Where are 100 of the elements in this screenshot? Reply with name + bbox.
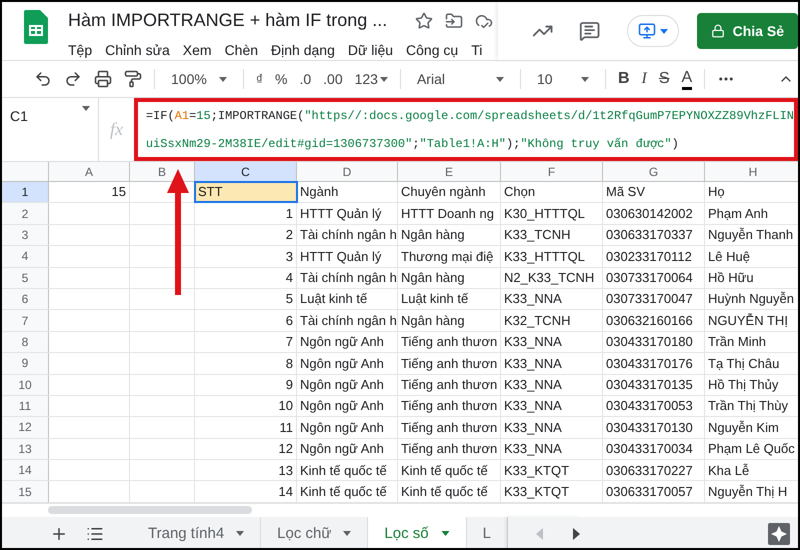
table-cell: Tài chính ngân h xyxy=(297,310,398,331)
present-button[interactable] xyxy=(626,15,679,47)
table-cell: Ngân hàng xyxy=(398,310,501,331)
menu-item[interactable]: Chèn xyxy=(224,40,258,60)
table-cell: Luật kinh tế xyxy=(297,288,398,310)
print-icon[interactable] xyxy=(94,70,112,88)
table-cell: Ngôn ngữ Anh xyxy=(297,417,398,438)
increase-decimal-button[interactable]: .00 xyxy=(323,68,343,90)
paint-format-icon[interactable] xyxy=(124,70,142,88)
comment-icon[interactable] xyxy=(579,20,601,42)
menu-item[interactable]: Công cụ xyxy=(406,40,458,60)
row-header[interactable]: 5 xyxy=(2,268,49,288)
table-cell: 030733170047 xyxy=(603,288,705,310)
text-color-button[interactable]: A xyxy=(682,68,692,90)
name-box[interactable]: C1 xyxy=(2,98,100,161)
column-header[interactable]: E xyxy=(398,162,501,181)
table-cell: K33_KTQT xyxy=(501,460,603,480)
scroll-right-icon[interactable] xyxy=(572,528,580,540)
horizontal-scrollbar[interactable] xyxy=(48,506,252,514)
column-header[interactable]: G xyxy=(603,162,705,181)
row-header[interactable]: 6 xyxy=(2,288,49,310)
share-button[interactable]: Chia Sẻ xyxy=(696,13,798,49)
font-size-dropdown[interactable]: 10 xyxy=(532,68,593,90)
table-cell: Tài chính ngân h xyxy=(297,224,398,246)
row-header[interactable]: 2 xyxy=(2,203,49,224)
table-cell: 4 xyxy=(195,268,297,288)
table-cell: Tài chính ngân h xyxy=(297,268,398,288)
undo-icon[interactable] xyxy=(34,70,52,88)
table-cell: K30_HTTTQL xyxy=(501,203,603,224)
row-header[interactable]: 3 xyxy=(2,224,49,246)
font-dropdown[interactable]: Arial xyxy=(412,68,508,90)
table-cell: 030433170034 xyxy=(603,438,705,460)
table-cell: Ngân hàng xyxy=(398,224,501,246)
strikethrough-button[interactable]: S xyxy=(658,67,670,91)
formula-input[interactable]: =IF(A1=15;IMPORTRANGE("https//:docs.google.com/spreadsheets/d/1t2RfqGumP7EPYNOXZZ89VhzFLIN uiSsxNm29-2M38IE/edit#gid=1306737300";"Table1!A:H");"Không truy vấn được") xyxy=(134,98,798,161)
table-cell: Phạm Anh xyxy=(705,203,798,224)
table-cell: 030633170337 xyxy=(603,224,705,246)
table-cell: 2 xyxy=(195,224,297,246)
table-cell: 6 xyxy=(195,310,297,331)
menu-item[interactable]: Định dạng xyxy=(271,40,335,60)
table-cell: Tiếng anh thươn xyxy=(398,417,501,438)
document-title[interactable]: Hàm IMPORTRANGE + hàm IF trong ... xyxy=(68,7,388,34)
column-header[interactable]: D xyxy=(297,162,398,181)
table-cell: K33_NNA xyxy=(501,288,603,310)
table-cell: Kinh tế quốc tế xyxy=(398,460,501,480)
row-header[interactable]: 12 xyxy=(2,417,49,438)
table-cell: 030633170227 xyxy=(603,460,705,480)
menu-item[interactable]: Dữ liệu xyxy=(348,40,394,60)
table-cell: Huỳnh Nguyễn xyxy=(705,288,798,310)
bold-button[interactable]: B xyxy=(618,67,630,91)
table-cell: Nguyễn Thị H xyxy=(705,481,798,502)
row-header[interactable]: 4 xyxy=(2,246,49,267)
sheet-tab[interactable]: Lọc số xyxy=(368,516,467,548)
percent-button[interactable]: % xyxy=(275,68,288,90)
star-icon[interactable] xyxy=(415,12,434,30)
table-cell: Trần Thị Thùy xyxy=(705,396,798,416)
table-cell: Ngôn ngữ Anh xyxy=(297,438,398,460)
explore-icon[interactable] xyxy=(768,522,790,545)
row-header[interactable]: 13 xyxy=(2,438,49,460)
menu-item[interactable]: Chỉnh sửa xyxy=(105,40,170,60)
table-cell: K33_NNA xyxy=(501,353,603,374)
zoom-dropdown[interactable]: 100% xyxy=(167,68,231,90)
table-cell: 3 xyxy=(195,246,297,267)
row-header[interactable]: 8 xyxy=(2,332,49,352)
column-header[interactable]: A xyxy=(49,162,130,181)
table-cell: Hồ Hữu xyxy=(705,268,798,288)
row-header[interactable]: 11 xyxy=(2,396,49,416)
decrease-decimal-button[interactable]: .0 xyxy=(299,68,312,90)
redo-icon[interactable] xyxy=(64,70,82,88)
column-header[interactable]: H xyxy=(705,162,798,181)
column-header[interactable]: C xyxy=(195,162,297,181)
table-cell: 8 xyxy=(195,353,297,374)
sheets-logo-icon[interactable] xyxy=(24,10,48,44)
row-header[interactable]: 15 xyxy=(2,481,49,502)
row-header[interactable]: 9 xyxy=(2,353,49,374)
column-header[interactable]: F xyxy=(501,162,603,181)
sheet-tab[interactable]: Trang tính4 xyxy=(132,516,262,548)
table-cell: Hồ Thị Thủy xyxy=(705,374,798,395)
row-header[interactable]: 10 xyxy=(2,374,49,395)
table-cell: 9 xyxy=(195,374,297,395)
table-cell: 12 xyxy=(195,438,297,460)
table-cell: Tiếng anh thươn xyxy=(398,396,501,416)
row-header[interactable]: 14 xyxy=(2,460,49,480)
table-cell: Chuyên ngành xyxy=(398,182,501,202)
folder-icon[interactable] xyxy=(445,12,464,30)
table-cell: 15 xyxy=(49,182,130,202)
row-header[interactable]: 1 xyxy=(2,182,49,202)
table-cell: 030433170135 xyxy=(603,374,705,395)
caret-icon xyxy=(82,106,90,111)
menu-item[interactable]: Ti xyxy=(471,40,482,60)
table-cell: Tạ Thị Châu xyxy=(705,353,798,374)
table-cell: Trần Minh xyxy=(705,332,798,352)
table-cell: K33_TCNH xyxy=(501,224,603,246)
table-cell: 5 xyxy=(195,288,297,310)
italic-button[interactable]: I xyxy=(642,67,647,91)
menu-item[interactable]: Tệp xyxy=(68,40,92,60)
menu-item[interactable]: Xem xyxy=(182,40,212,60)
format-dropdown[interactable]: 123 xyxy=(354,68,388,90)
row-header[interactable]: 7 xyxy=(2,310,49,331)
currency-button[interactable]: ₫ xyxy=(256,68,263,90)
